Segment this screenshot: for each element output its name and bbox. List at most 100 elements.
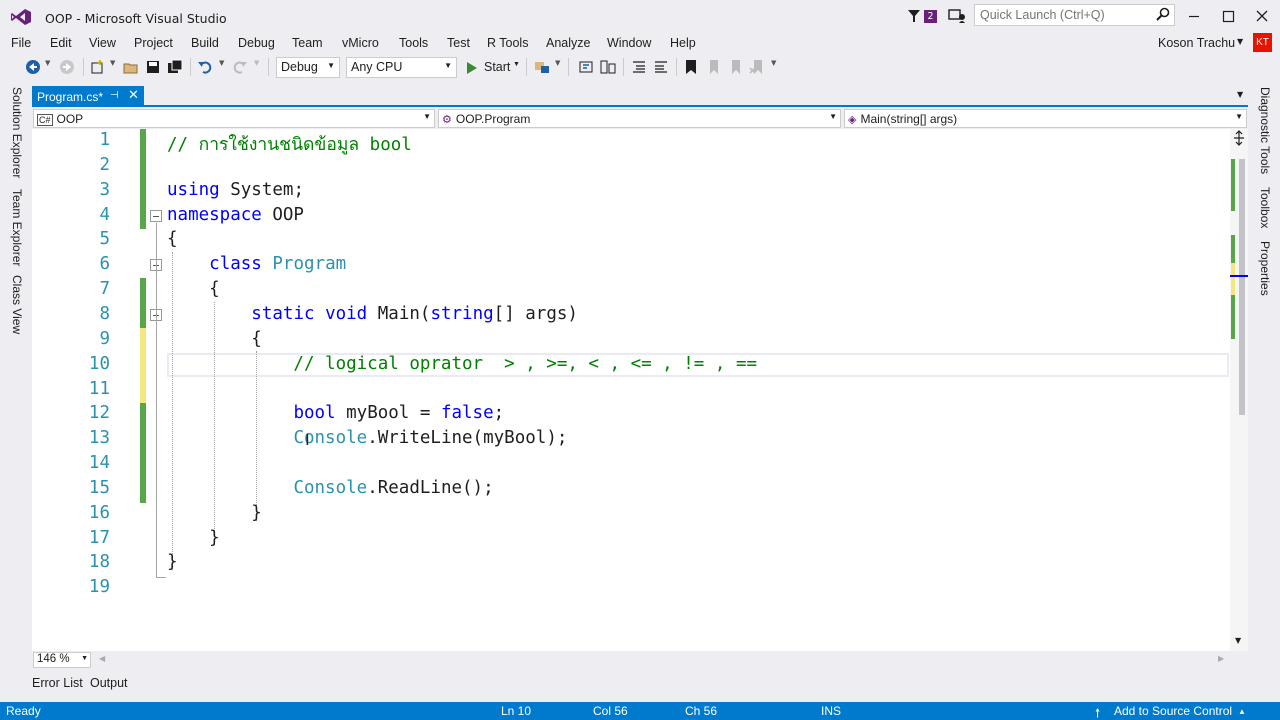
line-number: 3 [99,180,110,200]
document-tab-program-cs[interactable]: Program.cs* ⊣ ✕ [32,86,144,107]
vertical-scrollbar[interactable]: ▼ [1230,129,1248,651]
scroll-right-icon[interactable]: ▶ [1218,654,1224,663]
menu-r-tools[interactable]: R Tools [487,36,528,50]
browser-link-icon[interactable] [534,59,550,75]
collapse-namespace-toggle[interactable] [150,210,162,222]
horizontal-scrollbar[interactable]: ◀ ▶ [32,651,1248,669]
menu-test[interactable]: Test [447,36,470,50]
maximize-button[interactable] [1211,0,1245,32]
add-to-source-control-button[interactable]: Add to Source Control [1114,704,1232,718]
chevron-down-icon: ▼ [513,61,520,68]
menu-build[interactable]: Build [191,36,219,50]
undo-icon[interactable] [197,59,213,75]
document-tab-well [32,81,1248,107]
feedback-icon[interactable] [948,8,966,24]
scroll-down-icon[interactable]: ▼ [1235,636,1241,645]
chevron-down-icon[interactable]: ▼ [254,59,259,67]
class-icon: ⚙ [442,114,452,126]
comment-lines-icon[interactable] [631,59,647,75]
menu-file[interactable]: File [11,36,31,50]
navigate-forward-icon[interactable] [59,59,75,75]
line-number: 18 [88,552,110,572]
zoom-level-select[interactable]: 146 % ▼ [33,652,91,668]
notifications-button[interactable]: 2 [906,7,940,25]
active-files-dropdown-icon[interactable]: ▼ [1237,90,1243,99]
tab-output[interactable]: Output [90,676,128,690]
code-line-6: class Program [209,254,347,274]
clear-bookmarks-icon[interactable] [749,59,765,75]
save-all-icon[interactable] [167,59,183,75]
code-line-17: } [167,528,220,548]
tab-diagnostic-tools[interactable]: Diagnostic Tools [1258,87,1272,174]
chevron-up-icon[interactable]: ▲ [1238,707,1246,716]
solution-platform-select[interactable]: Any CPU ▼ [346,57,457,78]
line-number: 12 [88,403,110,423]
avatar[interactable]: KT [1253,33,1272,52]
redo-icon[interactable] [232,59,248,75]
saved-change-marker [140,403,146,503]
pin-icon[interactable]: ⊣ [110,90,119,101]
uncomment-lines-icon[interactable] [653,59,669,75]
status-bar: Ready Ln 10 Col 56 Ch 56 INS 🠕 Add to So… [0,702,1280,720]
tab-solution-explorer[interactable]: Solution Explorer [10,87,24,178]
solution-configuration-select[interactable]: Debug ▼ [276,57,340,78]
menu-tools[interactable]: Tools [399,36,428,50]
close-window-button[interactable] [1245,0,1279,32]
tab-class-view[interactable]: Class View [10,275,24,334]
account-name[interactable]: Koson Trachu [1158,36,1235,50]
toolbar-separator [526,58,527,76]
menu-vmicro[interactable]: vMicro [342,36,379,50]
chevron-down-icon[interactable]: ▼ [555,59,560,67]
close-icon[interactable]: ✕ [128,88,139,103]
saved-change-marker [140,129,146,229]
menu-debug[interactable]: Debug [238,36,275,50]
toolbar-separator [623,58,624,76]
menu-edit[interactable]: Edit [50,36,72,50]
chevron-down-icon[interactable]: ▼ [1237,37,1243,46]
open-folder-icon[interactable] [123,59,139,75]
start-button-label: Start [484,60,511,74]
toolbar-options-icon[interactable]: ▼ [771,59,776,67]
chevron-down-icon[interactable]: ▼ [219,59,224,67]
previous-bookmark-icon[interactable] [705,59,721,75]
class-diagram-icon[interactable] [600,59,616,75]
menu-team[interactable]: Team [292,36,323,50]
tab-team-explorer[interactable]: Team Explorer [10,189,24,266]
scroll-left-icon[interactable]: ◀ [99,654,105,663]
tab-error-list[interactable]: Error List [32,676,83,690]
menu-window[interactable]: Window [607,36,651,50]
menu-analyze[interactable]: Analyze [546,36,590,50]
project-dropdown-value: OOP [56,112,84,126]
search-icon[interactable] [1156,7,1170,21]
code-editor[interactable]: 1 2 3 4 5 6 7 8 9 10 11 12 13 14 15 16 1… [32,129,1248,651]
tab-toolbox[interactable]: Toolbox [1258,187,1272,228]
member-dropdown[interactable]: ◈ Main(string[] args) ▼ [844,109,1247,128]
line-number: 9 [99,329,110,349]
scrollbar-thumb[interactable] [1239,159,1245,415]
toolbar-separator [568,58,569,76]
tab-properties[interactable]: Properties [1258,241,1272,296]
title-bar: OOP - Microsoft Visual Studio 2 [0,0,1280,32]
new-project-icon[interactable] [90,59,106,75]
quick-launch-box[interactable] [974,4,1175,26]
left-tool-tabs: Solution Explorer Team Explorer Class Vi… [0,81,32,701]
chevron-down-icon[interactable]: ▼ [110,59,115,67]
menu-help[interactable]: Help [670,36,696,50]
navigate-back-icon[interactable] [25,59,41,75]
chevron-down-icon[interactable]: ▼ [45,59,50,67]
menu-view[interactable]: View [89,36,116,50]
line-number: 19 [88,577,110,597]
type-dropdown[interactable]: ⚙ OOP.Program ▼ [438,109,841,128]
line-number: 11 [88,379,110,399]
next-bookmark-icon[interactable] [727,59,743,75]
menu-project[interactable]: Project [134,36,173,50]
step-into-icon[interactable] [578,59,594,75]
bookmark-icon[interactable] [683,59,699,75]
save-icon[interactable] [145,59,161,75]
scroll-map-change-marker [1231,263,1235,295]
quick-launch-input[interactable] [975,5,1155,25]
project-dropdown[interactable]: C# OOP ▼ [33,109,435,128]
code-line-5: { [167,229,178,249]
split-window-icon[interactable] [1230,129,1248,149]
minimize-button[interactable] [1177,0,1211,32]
